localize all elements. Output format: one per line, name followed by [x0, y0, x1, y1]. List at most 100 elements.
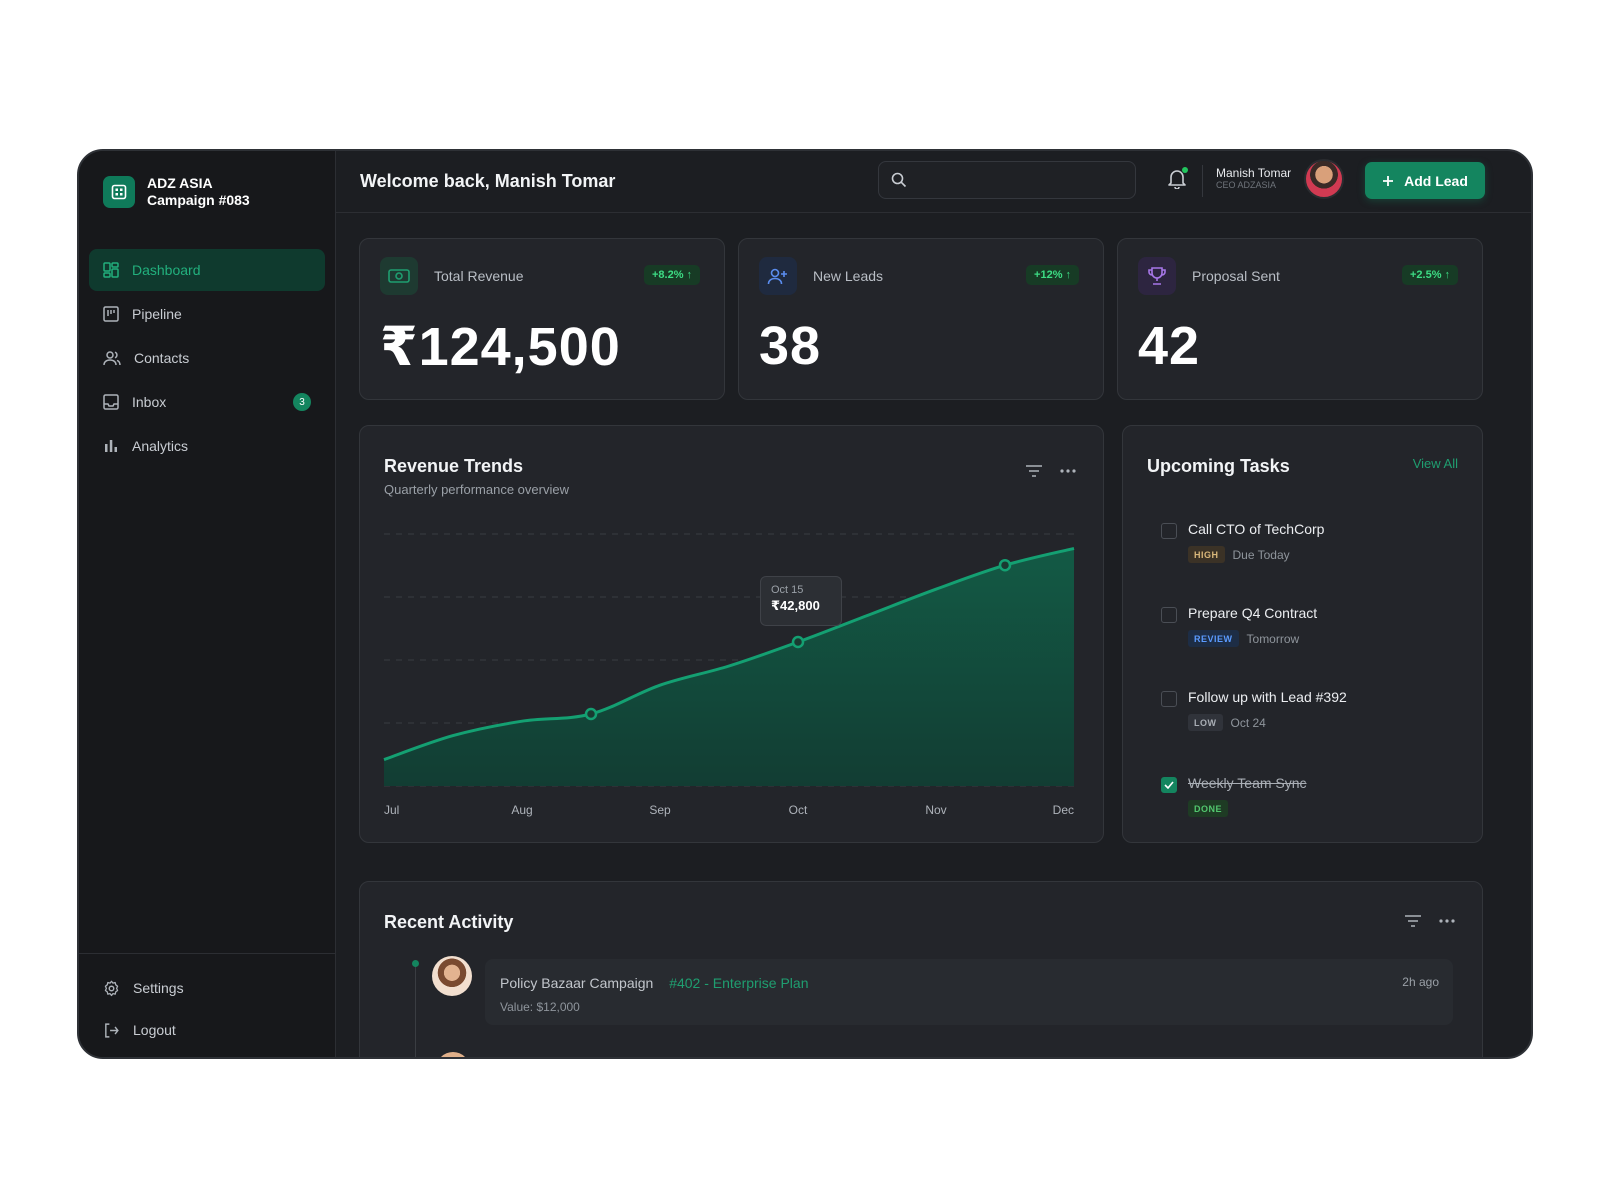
priority-badge: HIGH	[1188, 546, 1225, 563]
card-title: Recent Activity	[384, 912, 514, 932]
priority-badge: LOW	[1188, 714, 1223, 731]
stat-value: 42	[1138, 316, 1201, 376]
priority-badge: REVIEW	[1188, 630, 1239, 647]
task-checkbox[interactable]	[1161, 523, 1177, 539]
arrow-up-icon: ↑	[1065, 269, 1072, 281]
grid-icon	[103, 176, 135, 208]
brand[interactable]: ADZ ASIA Campaign #083	[103, 175, 250, 209]
sidebar-item-label: Inbox	[132, 394, 167, 410]
list-item[interactable]: Policy Bazaar Campaign #402 - Enterprise…	[485, 959, 1453, 1025]
revenue-chart: Jul Aug Sep Oct Nov Dec	[383, 533, 1075, 817]
stat-change-value: +2.5%	[1410, 269, 1442, 281]
avatar	[432, 956, 472, 996]
add-lead-label: Add Lead	[1404, 172, 1468, 189]
stat-change-badge: +2.5% ↑	[1402, 265, 1458, 285]
revenue-trends-card: Revenue Trends Quarterly performance ove…	[359, 425, 1104, 843]
app-window: ADZ ASIA Campaign #083 Dashboard Pipelin…	[77, 149, 1533, 1059]
dashboard-icon	[103, 262, 119, 278]
notification-dot	[1182, 167, 1188, 173]
user-name: Manish Tomar	[1216, 166, 1292, 180]
stat-value: 38	[759, 316, 822, 376]
bar-chart-icon	[105, 440, 117, 452]
avatar	[436, 1052, 470, 1057]
header-divider	[1202, 165, 1203, 197]
x-tick-label: Aug	[511, 803, 532, 817]
notifications-button[interactable]	[1168, 167, 1188, 194]
stat-label: Total Revenue	[434, 268, 524, 284]
chart-point[interactable]	[998, 558, 1012, 572]
stat-card-revenue: Total Revenue +8.2% ↑ ₹124,500	[359, 238, 725, 400]
task-checkbox[interactable]	[1161, 691, 1177, 707]
kanban-icon	[103, 306, 119, 322]
tooltip-value: ₹42,800	[771, 598, 820, 613]
recent-activity-card: Recent Activity Policy Bazaar Campaign #…	[359, 881, 1483, 1057]
add-lead-button[interactable]: Add Lead	[1365, 162, 1485, 199]
check-icon	[1164, 781, 1174, 789]
card-title: Upcoming Tasks	[1147, 456, 1290, 476]
trophy-icon	[1138, 257, 1176, 295]
search-bar[interactable]	[878, 161, 1136, 199]
tooltip-date: Oct 15	[771, 584, 804, 596]
task-title: Weekly Team Sync	[1188, 775, 1307, 791]
timeline-line	[415, 964, 416, 1057]
sidebar-item-logout[interactable]: Logout	[89, 1010, 325, 1050]
upcoming-tasks-card: Upcoming Tasks View All Call CTO of Tech…	[1122, 425, 1483, 843]
logout-icon	[105, 1022, 119, 1038]
search-input[interactable]	[915, 172, 1115, 188]
user-plus-icon	[759, 257, 797, 295]
stat-label: Proposal Sent	[1192, 268, 1280, 284]
money-icon	[380, 257, 418, 295]
users-icon	[103, 351, 121, 366]
activity-plan[interactable]: #402 - Enterprise Plan	[669, 975, 808, 991]
task-due: Due Today	[1232, 547, 1290, 562]
sidebar-item-settings[interactable]: Settings	[89, 968, 325, 1008]
task-checkbox[interactable]	[1161, 777, 1177, 793]
activity-campaign: Policy Bazaar Campaign	[500, 975, 654, 991]
task-title: Follow up with Lead #392	[1188, 689, 1347, 705]
sidebar-item-analytics[interactable]: Analytics	[89, 425, 325, 467]
stat-change-value: +8.2%	[652, 269, 684, 281]
avatar[interactable]	[1304, 159, 1344, 199]
sidebar-nav: Dashboard Pipeline Contacts Inbox 3 Anal…	[89, 249, 325, 469]
sidebar-item-label: Settings	[133, 980, 184, 996]
sidebar-item-label: Logout	[133, 1022, 176, 1038]
top-header: Welcome back, Manish Tomar Manish Tomar …	[336, 151, 1531, 213]
user-info[interactable]: Manish Tomar CEO ADZASIA	[1216, 167, 1291, 191]
sidebar-item-pipeline[interactable]: Pipeline	[89, 293, 325, 335]
view-all-link[interactable]: View All	[1413, 456, 1458, 471]
x-tick-label: Sep	[649, 803, 671, 817]
gear-icon	[104, 980, 119, 996]
task-title: Call CTO of TechCorp	[1188, 521, 1325, 537]
sidebar-item-dashboard[interactable]: Dashboard	[89, 249, 325, 291]
sidebar-footer: Settings Logout	[79, 953, 335, 1057]
chart-point[interactable]	[584, 707, 598, 721]
task-checkbox[interactable]	[1161, 607, 1177, 623]
arrow-up-icon: ↑	[1444, 269, 1451, 281]
stat-change-value: +12%	[1034, 269, 1063, 281]
brand-name: ADZ ASIA	[147, 175, 213, 191]
stat-change-badge: +8.2% ↑	[644, 265, 700, 285]
x-tick-label: Oct	[789, 803, 808, 817]
sidebar-item-inbox[interactable]: Inbox 3	[89, 381, 325, 423]
filter-icon[interactable]	[1404, 914, 1422, 928]
activity-time: 2h ago	[1402, 975, 1439, 989]
inbox-count-badge: 3	[293, 393, 311, 411]
timeline-dot	[412, 960, 419, 967]
page-title: Welcome back, Manish Tomar	[360, 171, 616, 191]
status-badge: DONE	[1188, 800, 1229, 817]
stat-label: New Leads	[813, 268, 884, 284]
task-due: Tomorrow	[1246, 631, 1300, 646]
campaign-name: Campaign #083	[147, 192, 250, 208]
plus-icon	[1383, 175, 1394, 186]
user-role: CEO ADZASIA	[1216, 180, 1277, 190]
activity-title: Policy Bazaar Campaign #402 - Enterprise…	[500, 975, 809, 991]
sidebar-item-label: Contacts	[134, 350, 190, 366]
more-icon[interactable]	[1438, 918, 1456, 924]
sidebar-item-contacts[interactable]: Contacts	[89, 337, 325, 379]
chart-point[interactable]	[791, 635, 805, 649]
x-tick-label: Nov	[925, 803, 946, 817]
stat-value: ₹124,500	[380, 317, 621, 377]
activity-value: Value: $12,000	[500, 1000, 580, 1014]
stat-card-proposals: Proposal Sent +2.5% ↑ 42	[1117, 238, 1483, 400]
x-tick-label: Dec	[1053, 803, 1074, 817]
